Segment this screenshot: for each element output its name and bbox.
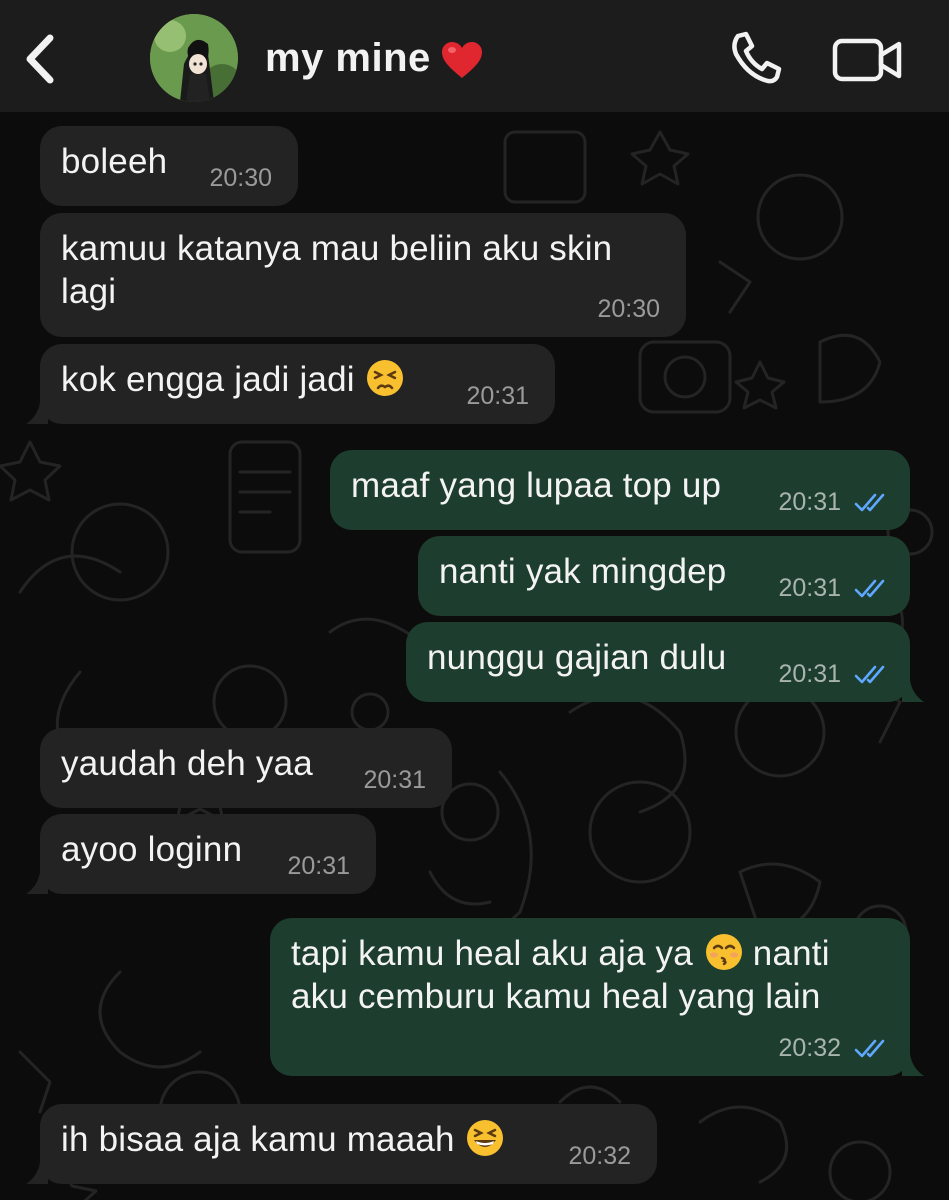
message-time: 20:32	[568, 1142, 631, 1170]
message-time: 20:31	[778, 488, 842, 516]
grinning-squinting-face-emoji	[467, 1120, 504, 1156]
message-text: nanti yak mingdep	[439, 552, 727, 591]
message-time: 20:31	[466, 382, 529, 410]
bubble-tail	[26, 872, 48, 894]
phone-icon	[732, 31, 782, 84]
chat-screen: my mine boleeh 20:30 kamuu katanya mau b…	[0, 0, 949, 1200]
message-text: yaudah deh yaa	[61, 744, 313, 783]
video-call-button[interactable]	[832, 36, 904, 84]
message-time: 20:32	[778, 1034, 842, 1062]
kissing-closed-eyes-emoji	[705, 934, 742, 970]
read-receipt-icon	[854, 1039, 885, 1058]
read-receipt-icon	[854, 579, 885, 598]
chevron-left-icon	[26, 34, 54, 84]
message-text: ayoo loginn	[61, 830, 243, 869]
bubble-tail	[902, 680, 924, 702]
message-text-block: tapi kamu heal aku aja ya nanti aku cemb…	[291, 932, 891, 1018]
red-heart-icon	[442, 42, 482, 78]
contact-name[interactable]: my mine	[265, 36, 431, 81]
message-text: boleeh	[61, 142, 168, 181]
message-time-status: 20:31	[778, 660, 890, 688]
back-button[interactable]	[14, 28, 66, 90]
message-text: nunggu gajian dulu	[427, 638, 727, 677]
message-text: tapi kamu heal aku aja ya	[291, 934, 693, 973]
message-text: ih bisaa aja kamu maaah	[61, 1120, 455, 1159]
outgoing-message[interactable]: tapi kamu heal aku aja ya nanti aku cemb…	[270, 918, 910, 1076]
message-text: maaf yang lupaa top up	[351, 466, 722, 505]
message-time-status: 20:31	[778, 488, 890, 516]
message-time: 20:31	[778, 574, 842, 602]
read-receipt-icon	[854, 665, 885, 684]
message-time: 20:31	[287, 852, 350, 880]
voice-call-button[interactable]	[726, 30, 786, 86]
outgoing-message[interactable]: nanti yak mingdep 20:31	[418, 536, 910, 616]
message-time: 20:31	[778, 660, 842, 688]
message-text: kamuu katanya mau beliin aku skin lagi	[61, 229, 623, 311]
outgoing-message[interactable]: maaf yang lupaa top up 20:31	[330, 450, 910, 530]
video-camera-icon	[832, 38, 902, 82]
bubble-tail	[26, 402, 48, 424]
incoming-message[interactable]: yaudah deh yaa 20:31	[40, 728, 452, 808]
avatar[interactable]	[150, 14, 238, 102]
chat-header: my mine	[0, 0, 949, 112]
outgoing-message[interactable]: nunggu gajian dulu 20:31	[406, 622, 910, 702]
message-time-status: 20:31	[778, 574, 890, 602]
message-list[interactable]: boleeh 20:30 kamuu katanya mau beliin ak…	[0, 112, 949, 1200]
message-time: 20:31	[363, 766, 426, 794]
incoming-message[interactable]: ih bisaa aja kamu maaah 20:32	[40, 1104, 657, 1184]
incoming-message[interactable]: boleeh 20:30	[40, 126, 298, 206]
message-time: 20:30	[597, 295, 660, 323]
incoming-message[interactable]: kamuu katanya mau beliin aku skin lagi 2…	[40, 213, 686, 337]
bubble-tail	[26, 1162, 48, 1184]
message-time: 20:30	[209, 164, 272, 192]
message-time-status: 20:32	[778, 1034, 890, 1062]
incoming-message[interactable]: ayoo loginn 20:31	[40, 814, 376, 894]
message-text: kok engga jadi jadi	[61, 360, 355, 399]
avatar-image	[150, 14, 238, 102]
persevering-face-emoji	[367, 360, 404, 396]
read-receipt-icon	[854, 493, 885, 512]
incoming-message[interactable]: kok engga jadi jadi 20:31	[40, 344, 555, 424]
bubble-tail	[902, 1054, 924, 1076]
